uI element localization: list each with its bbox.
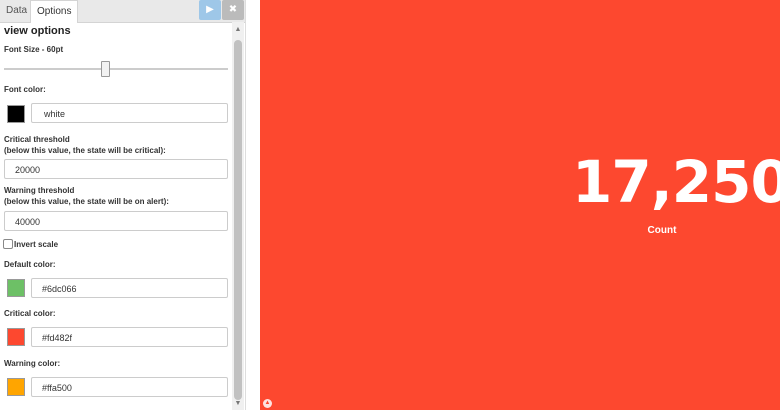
default-color-label: Default color: [4, 260, 56, 269]
critical-color-input[interactable]: #fd482f [31, 327, 228, 347]
tab-data[interactable]: Data [0, 0, 33, 22]
font-color-label: Font color: [4, 85, 46, 94]
font-size-slider-thumb[interactable] [101, 61, 110, 77]
editor-tabs: Data Options ▶ ✖ [0, 0, 245, 23]
value-display: 17,250 Count ▲ [260, 0, 780, 410]
critical-threshold-input[interactable]: 20000 [4, 159, 228, 179]
options-scroll-area: view options Font Size - 60pt Font color… [0, 22, 232, 410]
options-panel: Data Options ▶ ✖ view options Font Size … [0, 0, 246, 410]
font-color-swatch[interactable] [7, 105, 25, 123]
warning-threshold-hint: (below this value, the state will be on … [4, 197, 169, 206]
critical-threshold-hint: (below this value, the state will be cri… [4, 146, 166, 155]
critical-color-label: Critical color: [4, 309, 56, 318]
font-color-input[interactable]: white [31, 103, 228, 123]
close-icon[interactable]: ✖ [222, 0, 244, 20]
font-size-label: Font Size - 60pt [4, 45, 64, 54]
warning-color-swatch[interactable] [7, 378, 25, 396]
default-color-input[interactable]: #6dc066 [31, 278, 228, 298]
section-title: view options [4, 25, 71, 37]
scrollbar-thumb[interactable] [234, 40, 242, 400]
scroll-up-icon[interactable]: ▲ [232, 24, 244, 36]
options-scrollbar[interactable]: ▲ ▼ [232, 22, 244, 410]
default-color-swatch[interactable] [7, 279, 25, 297]
warning-threshold-input[interactable]: 40000 [4, 211, 228, 231]
font-size-slider-track[interactable] [4, 68, 228, 70]
tab-options[interactable]: Options [30, 0, 79, 23]
critical-threshold-label: Critical threshold [4, 135, 70, 144]
expand-icon[interactable]: ▲ [263, 399, 272, 408]
warning-color-label: Warning color: [4, 359, 61, 368]
play-icon[interactable]: ▶ [199, 0, 221, 20]
invert-scale-label: Invert scale [14, 240, 59, 249]
critical-color-swatch[interactable] [7, 328, 25, 346]
metric-caption: Count [647, 225, 677, 236]
invert-scale-checkbox[interactable] [3, 239, 13, 249]
warning-threshold-label: Warning threshold [4, 186, 75, 195]
scroll-down-icon[interactable]: ▼ [232, 398, 244, 410]
warning-color-input[interactable]: #ffa500 [31, 377, 228, 397]
metric-value: 17,250 [572, 148, 780, 216]
